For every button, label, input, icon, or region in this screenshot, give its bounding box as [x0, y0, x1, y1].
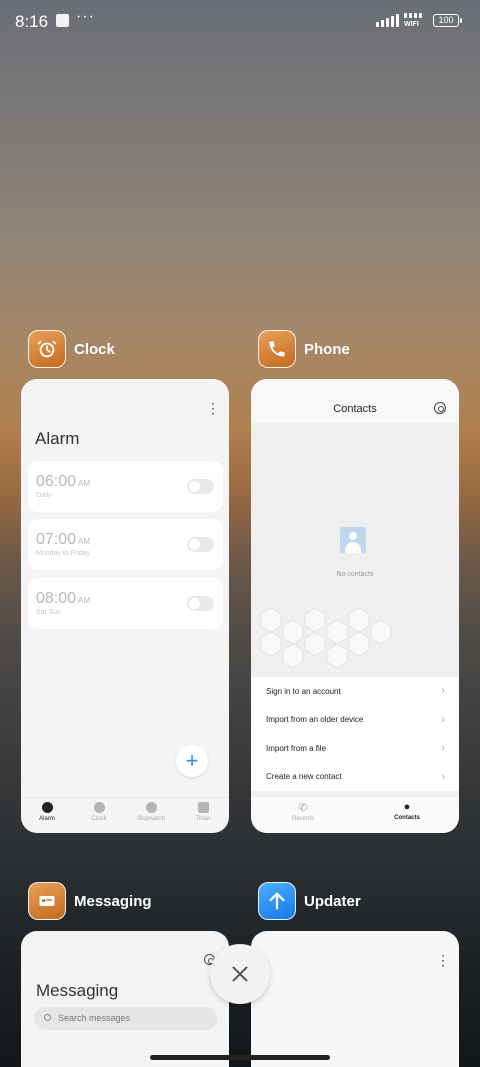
wifi-label: WIFI — [404, 21, 419, 28]
app-header-phone[interactable]: Phone — [258, 330, 350, 368]
more-notifications-icon: ··· — [76, 8, 95, 25]
clock-icon — [93, 802, 105, 813]
app-header-clock[interactable]: Clock — [28, 330, 115, 368]
clock-tab-bar: Alarm Clock Stopwatch Timer — [21, 797, 229, 833]
alarm-item[interactable]: 08:00 AM Sat Sun — [28, 578, 223, 629]
alarm-time: 06:00 AM — [36, 473, 91, 490]
menu-item-create-contact[interactable]: Create a new contact › — [251, 763, 459, 792]
more-options-icon[interactable]: ⋮ — [436, 953, 450, 967]
tab-recents[interactable]: ✆ Recents — [251, 797, 355, 833]
app-name-messaging: Messaging — [74, 892, 152, 910]
contacts-header: Contacts — [251, 379, 459, 423]
hourglass-icon — [197, 802, 209, 813]
wifi-icon — [404, 13, 422, 18]
phone-handset-icon — [258, 330, 296, 368]
chevron-right-icon: › — [441, 713, 445, 726]
search-messages-input[interactable]: Search messages — [34, 1007, 217, 1030]
app-header-messaging[interactable]: Messaging — [28, 882, 152, 920]
empty-state-text: No contacts — [336, 571, 374, 578]
menu-item-import-file[interactable]: Import from a file › — [251, 734, 459, 763]
contact-placeholder-icon — [340, 527, 366, 553]
tab-stopwatch[interactable]: Stopwatch — [125, 798, 177, 833]
contacts-menu: Sign in to an account › Import from an ol… — [251, 677, 459, 791]
alarm-repeat: Monday to Friday — [36, 550, 91, 557]
status-time: 8:16 — [15, 12, 49, 31]
alarm-screen-title: Alarm — [35, 429, 80, 448]
more-options-icon[interactable]: ⋮ — [206, 401, 220, 415]
contacts-title: Contacts — [333, 403, 377, 415]
alarm-time: 07:00 AM — [36, 531, 91, 548]
chevron-right-icon: › — [441, 685, 445, 698]
alarm-toggle[interactable] — [187, 537, 214, 552]
chevron-right-icon: › — [441, 742, 445, 755]
alarm-toggle[interactable] — [187, 596, 214, 611]
alarm-toggle[interactable] — [187, 479, 214, 494]
messaging-app-preview[interactable]: Messaging Search messages — [21, 931, 229, 1067]
signal-icon — [376, 14, 399, 27]
add-alarm-button[interactable]: + — [176, 745, 208, 777]
menu-item-sign-in[interactable]: Sign in to an account › — [251, 677, 459, 706]
message-icon — [28, 882, 66, 920]
notification-icon — [56, 14, 69, 27]
person-icon: ● — [403, 801, 411, 813]
phone-tab-bar: ✆ Recents ● Contacts — [251, 797, 459, 833]
tab-clock[interactable]: Clock — [73, 798, 125, 833]
tab-contacts[interactable]: ● Contacts — [355, 797, 459, 833]
phone-app-preview[interactable]: Contacts No contacts Sign in to an accou… — [251, 379, 459, 833]
app-header-updater[interactable]: Updater — [258, 882, 361, 920]
alarm-repeat: Daily — [36, 492, 52, 499]
chevron-right-icon: › — [441, 770, 445, 783]
home-indicator[interactable] — [150, 1055, 330, 1060]
updater-app-preview[interactable]: ⋮ — [251, 931, 459, 1067]
hexagon-pattern — [260, 607, 392, 669]
messaging-title: Messaging — [36, 981, 119, 1000]
stopwatch-icon — [145, 802, 157, 813]
close-icon[interactable] — [210, 944, 270, 1004]
arrow-up-icon — [258, 882, 296, 920]
alarm-item[interactable]: 06:00 AM Daily — [28, 461, 223, 512]
clock-app-preview[interactable]: ⋮ Alarm 06:00 AM Daily 07:00 AM Monday to … — [21, 379, 229, 833]
tab-timer[interactable]: Timer — [177, 798, 229, 833]
gear-icon[interactable] — [434, 402, 446, 414]
phone-icon: ✆ — [298, 802, 308, 814]
tab-alarm[interactable]: Alarm — [21, 798, 73, 833]
app-name-clock: Clock — [74, 340, 115, 358]
menu-item-import-device[interactable]: Import from an older device › — [251, 706, 459, 735]
status-bar: 8:16 ··· WIFI 100 — [0, 0, 480, 44]
alarm-clock-icon — [28, 330, 66, 368]
alarm-icon — [41, 802, 53, 813]
app-name-updater: Updater — [304, 892, 361, 910]
alarm-time: 08:00 AM — [36, 590, 91, 607]
search-icon — [44, 1014, 51, 1021]
alarm-repeat: Sat Sun — [36, 609, 61, 616]
battery-icon: 100 — [433, 14, 462, 27]
alarm-item[interactable]: 07:00 AM Monday to Friday — [28, 519, 223, 570]
app-name-phone: Phone — [304, 340, 350, 358]
